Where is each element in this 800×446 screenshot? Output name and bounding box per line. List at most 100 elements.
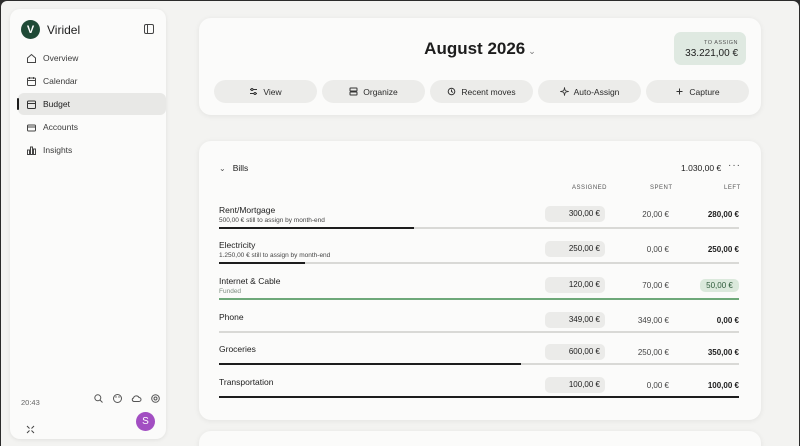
- calendar-icon: [26, 76, 37, 87]
- history-icon: [447, 87, 456, 96]
- category-name: Phone: [219, 312, 244, 322]
- cloud-sync-icon[interactable]: [131, 393, 142, 404]
- recent-moves-button-label: Recent moves: [461, 86, 516, 97]
- auto-assign-button[interactable]: Auto-Assign: [538, 80, 641, 103]
- left-value: 280,00 €: [707, 210, 739, 219]
- to-assign-value: 33.221,00 €: [685, 48, 738, 59]
- chevron-down-icon: ⌄: [219, 163, 226, 173]
- progress-fill: [219, 262, 305, 264]
- assigned-input[interactable]: 120,00 €: [545, 277, 605, 293]
- progress-fill: [219, 298, 739, 300]
- bills-group-card: ⌄ Bills 1.030,00 € ··· ASSIGNED SPENT LE…: [199, 141, 761, 420]
- sliders-icon: [249, 87, 258, 96]
- left-value: 250,00 €: [707, 245, 739, 254]
- to-assign-label: TO ASSIGN: [703, 40, 738, 46]
- left-value: 100,00 €: [707, 381, 739, 390]
- spent-value: 349,00 €: [637, 316, 669, 325]
- home-icon: [26, 53, 37, 64]
- progress-track: [219, 298, 739, 300]
- capture-button-label: Capture: [689, 86, 720, 97]
- view-button-label: View: [263, 86, 282, 97]
- sidebar-item-insights[interactable]: Insights: [18, 139, 166, 161]
- group-header[interactable]: ⌄ Bills: [219, 163, 248, 173]
- organize-button[interactable]: Organize: [322, 80, 425, 103]
- column-header-left: LEFT: [724, 185, 741, 191]
- sidebar: V Viridel Overview Calendar Budget Accou…: [10, 9, 166, 439]
- assigned-input[interactable]: 300,00 €: [545, 206, 605, 222]
- group-name: Bills: [232, 163, 249, 173]
- sidebar-item-label: Budget: [43, 99, 70, 109]
- wallet-icon: [26, 99, 37, 110]
- sidebar-nav: Overview Calendar Budget Accounts Insigh…: [17, 47, 166, 162]
- sidebar-tools: [85, 393, 161, 404]
- to-assign-badge[interactable]: TO ASSIGN 33.221,00 €: [674, 32, 746, 65]
- clock-time: 20:43: [21, 398, 40, 407]
- assigned-input[interactable]: 349,00 €: [545, 312, 605, 328]
- organize-icon: [349, 87, 358, 96]
- progress-fill: [219, 396, 739, 398]
- assigned-input[interactable]: 600,00 €: [545, 344, 605, 360]
- progress-track: [219, 396, 739, 398]
- brand[interactable]: V Viridel: [21, 20, 80, 39]
- sidebar-item-label: Calendar: [43, 76, 78, 86]
- sidebar-item-label: Insights: [43, 145, 73, 155]
- progress-track: [219, 363, 739, 365]
- sidebar-item-label: Overview: [43, 53, 79, 63]
- capture-button[interactable]: Capture: [646, 80, 749, 103]
- group-total: 1.030,00 €: [681, 163, 722, 173]
- avatar[interactable]: S: [136, 412, 155, 431]
- progress-fill: [219, 363, 521, 365]
- settings-icon[interactable]: [150, 393, 161, 404]
- spent-value: 250,00 €: [637, 348, 669, 357]
- sidebar-item-overview[interactable]: Overview: [18, 47, 166, 69]
- search-icon[interactable]: [93, 393, 104, 404]
- sidebar-item-label: Accounts: [43, 122, 78, 132]
- month-header-card: August 2026 ⌄ TO ASSIGN 33.221,00 € View …: [199, 18, 761, 115]
- bank-icon: [26, 122, 37, 133]
- spent-value: 70,00 €: [642, 281, 669, 290]
- progress-fill: [219, 227, 414, 229]
- category-note: 500,00 € still to assign by month-end: [219, 217, 325, 224]
- sidebar-item-calendar[interactable]: Calendar: [18, 70, 166, 92]
- left-value: 0,00 €: [716, 316, 739, 325]
- progress-track: [219, 227, 739, 229]
- category-name: Rent/Mortgage: [219, 205, 276, 215]
- sidebar-toggle-icon[interactable]: [143, 23, 155, 35]
- progress-track: [219, 262, 739, 264]
- plus-icon: [675, 87, 684, 96]
- chart-icon: [26, 145, 37, 156]
- spent-value: 0,00 €: [646, 245, 669, 254]
- assigned-input[interactable]: 100,00 €: [545, 377, 605, 393]
- sidebar-item-budget[interactable]: Budget: [17, 93, 166, 115]
- recent-moves-button[interactable]: Recent moves: [430, 80, 533, 103]
- category-name: Transportation: [219, 377, 274, 387]
- chevron-down-icon: ⌄: [528, 46, 536, 56]
- toolbar: View Organize Recent moves Auto-Assign C…: [214, 80, 754, 103]
- organize-button-label: Organize: [363, 86, 398, 97]
- column-header-spent: SPENT: [650, 185, 673, 191]
- left-value-badge: 50,00 €: [700, 279, 739, 292]
- category-name: Internet & Cable: [219, 276, 281, 286]
- expand-icon[interactable]: [25, 424, 36, 435]
- more-options-icon[interactable]: ···: [728, 160, 741, 171]
- category-name: Groceries: [219, 344, 256, 354]
- category-status: Funded: [219, 288, 242, 295]
- sparkle-icon: [559, 87, 569, 96]
- category-note: 1.250,00 € still to assign by month-end: [219, 252, 331, 259]
- category-name: Electricity: [219, 240, 256, 250]
- progress-track: [219, 331, 739, 333]
- assigned-input[interactable]: 250,00 €: [545, 241, 605, 257]
- column-header-assigned: ASSIGNED: [572, 185, 608, 191]
- page-title: August 2026: [424, 39, 526, 58]
- auto-assign-button-label: Auto-Assign: [573, 86, 620, 97]
- view-button[interactable]: View: [214, 80, 317, 103]
- next-group-card: [199, 431, 761, 446]
- spent-value: 20,00 €: [642, 210, 669, 219]
- logo: V: [21, 20, 40, 39]
- app-name: Viridel: [47, 22, 81, 37]
- spent-value: 0,00 €: [646, 381, 669, 390]
- left-value: 350,00 €: [707, 348, 739, 357]
- palette-icon[interactable]: [112, 393, 123, 404]
- sidebar-item-accounts[interactable]: Accounts: [18, 116, 166, 138]
- app-window: V Viridel Overview Calendar Budget Accou…: [1, 1, 799, 446]
